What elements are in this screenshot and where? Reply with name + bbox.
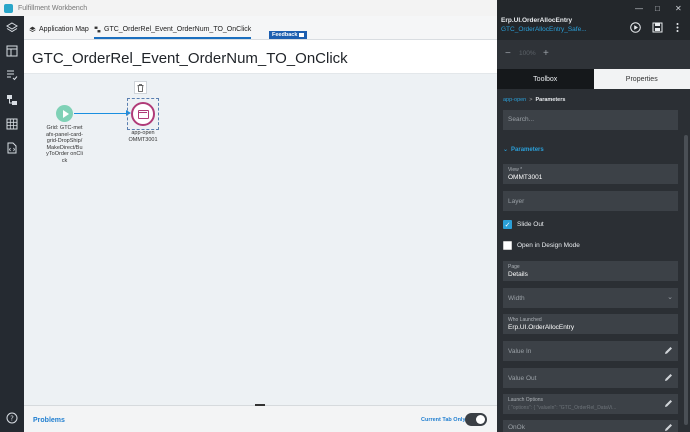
maximize-icon[interactable]: □: [655, 4, 660, 13]
breadcrumb: app-open > Parameters: [503, 97, 565, 103]
chevron-down-icon: ⌄: [667, 294, 673, 301]
panel-scrollbar[interactable]: [684, 135, 688, 425]
feedback-button[interactable]: Feedback: [269, 31, 308, 39]
help-icon[interactable]: ?: [6, 412, 18, 424]
slide-out-label: Slide Out: [517, 221, 544, 228]
connector-line: [74, 113, 129, 114]
view-value: OMMT3001: [508, 174, 543, 181]
launch-options-value: { "options": { "valueIn": "GTC_OrderRel_…: [508, 405, 617, 411]
grid-event-node-label: Grid: GTC-metafx-panel-card-grid-DropShi…: [46, 125, 83, 164]
tab-application-map[interactable]: Application Map: [29, 26, 89, 33]
zoom-value: 100%: [519, 50, 536, 57]
width-placeholder: Width: [508, 295, 525, 302]
app-open-node[interactable]: [131, 102, 155, 126]
parameters-section-header[interactable]: ⌄ Parameters: [503, 146, 544, 154]
launch-options-field[interactable]: Launch Options { "options": { "valueIn":…: [503, 394, 678, 414]
chevron-down-icon: ⌄: [503, 147, 509, 153]
problems-link[interactable]: Problems: [33, 417, 65, 424]
on-ok-placeholder: OnOk: [508, 424, 525, 431]
value-out-field[interactable]: Value Out: [503, 368, 678, 388]
pencil-icon[interactable]: [664, 373, 673, 382]
page-value: Details: [508, 271, 528, 278]
resize-handle[interactable]: [255, 404, 265, 406]
search-input[interactable]: Search...: [503, 110, 678, 130]
value-in-field[interactable]: Value In: [503, 341, 678, 361]
play-icon: [62, 109, 69, 118]
page-title: GTC_OrderRel_Event_OrderNum_TO_OnClick: [32, 50, 348, 67]
design-mode-label: Open in Design Mode: [517, 242, 580, 249]
run-icon[interactable]: [630, 22, 641, 33]
flow-canvas[interactable]: Grid: GTC-metafx-panel-card-grid-DropShi…: [24, 73, 497, 405]
layout-icon[interactable]: [6, 45, 18, 57]
flow-icon[interactable]: [6, 94, 18, 106]
page-label: Page: [508, 264, 520, 270]
page-field[interactable]: Page Details: [503, 261, 678, 281]
panel-header: — □ ✕ Erp.UI.OrderAllocEntry GTC_OrderAl…: [497, 0, 690, 40]
app-sub-name[interactable]: GTC_OrderAllocEntry_Safe...: [501, 26, 587, 33]
width-select[interactable]: Width ⌄: [503, 288, 678, 308]
value-out-placeholder: Value Out: [508, 375, 537, 382]
grid-event-node[interactable]: [56, 105, 73, 122]
app-name: Erp.UI.OrderAllocEntry: [501, 17, 573, 24]
pencil-icon[interactable]: [664, 399, 673, 408]
app-open-node-label: app-open OMMT3001: [128, 130, 158, 143]
toggle-knob: [476, 415, 485, 424]
zoom-in-button[interactable]: +: [543, 48, 549, 59]
design-mode-checkbox[interactable]: Open in Design Mode: [503, 241, 580, 250]
list-check-icon[interactable]: [6, 69, 18, 81]
layer-field[interactable]: Layer: [503, 191, 678, 211]
designer-area: GTC_OrderRel_Event_OrderNum_TO_OnClick G…: [24, 40, 497, 405]
layers-icon: [29, 26, 36, 32]
who-launched-field[interactable]: Who Launched Erp.UI.OrderAllocEntry: [503, 314, 678, 334]
window-title: Fulfillment Workbench: [18, 4, 88, 12]
tab-flow[interactable]: GTC_OrderRel_Event_OrderNum_TO_OnClick: [94, 26, 252, 39]
left-rail: ?: [0, 16, 24, 432]
current-tab-only-label: Current Tab Only: [421, 417, 466, 423]
zoom-out-button[interactable]: −: [505, 48, 511, 59]
tab-properties[interactable]: Properties: [593, 69, 690, 89]
tab-label: GTC_OrderRel_Event_OrderNum_TO_OnClick: [104, 26, 252, 33]
layers-icon[interactable]: [6, 22, 18, 34]
feedback-label: Feedback: [272, 32, 298, 38]
slide-out-checkbox[interactable]: ✓ Slide Out: [503, 220, 544, 229]
comment-icon: [299, 33, 305, 37]
section-title: Parameters: [511, 146, 544, 153]
bottom-bar: Problems Current Tab Only: [24, 404, 497, 432]
tab-toolbox[interactable]: Toolbox: [497, 69, 594, 89]
grid-icon[interactable]: [6, 118, 18, 130]
app-open-icon: [137, 109, 149, 119]
tab-label: Application Map: [39, 26, 89, 33]
code-file-icon[interactable]: [6, 142, 18, 154]
trash-icon[interactable]: [134, 81, 147, 94]
app-logo-icon: [4, 3, 13, 13]
breadcrumb-separator: >: [529, 97, 533, 103]
launch-options-label: Launch Options: [508, 397, 544, 403]
checkbox-unchecked-icon: [503, 241, 512, 250]
checkbox-checked-icon: ✓: [503, 220, 512, 229]
zoom-control: − 100% +: [497, 40, 690, 69]
flow-icon: [94, 26, 101, 33]
more-options-icon[interactable]: [672, 22, 683, 33]
properties-panel: — □ ✕ Erp.UI.OrderAllocEntry GTC_OrderAl…: [497, 0, 690, 432]
who-launched-value: Erp.UI.OrderAllocEntry: [508, 324, 575, 331]
panel-tabs: Toolbox Properties: [497, 69, 690, 89]
minimize-icon[interactable]: —: [635, 4, 643, 13]
view-label: View *: [508, 167, 523, 173]
close-icon[interactable]: ✕: [675, 4, 682, 13]
title-bar: Fulfillment Workbench: [0, 0, 497, 16]
pencil-icon[interactable]: [664, 423, 673, 432]
who-launched-label: Who Launched: [508, 317, 542, 323]
value-in-placeholder: Value In: [508, 348, 532, 355]
svg-text:?: ?: [10, 415, 14, 423]
breadcrumb-app-open[interactable]: app-open: [503, 97, 526, 103]
breadcrumb-current: Parameters: [535, 97, 566, 103]
layer-placeholder: Layer: [508, 198, 525, 205]
current-tab-only-toggle[interactable]: [465, 413, 487, 426]
tab-bar: Application Map GTC_OrderRel_Event_Order…: [24, 16, 497, 40]
view-field[interactable]: View * OMMT3001: [503, 164, 678, 184]
on-ok-field[interactable]: OnOk: [503, 420, 678, 432]
save-icon[interactable]: [652, 22, 663, 33]
pencil-icon[interactable]: [664, 346, 673, 355]
